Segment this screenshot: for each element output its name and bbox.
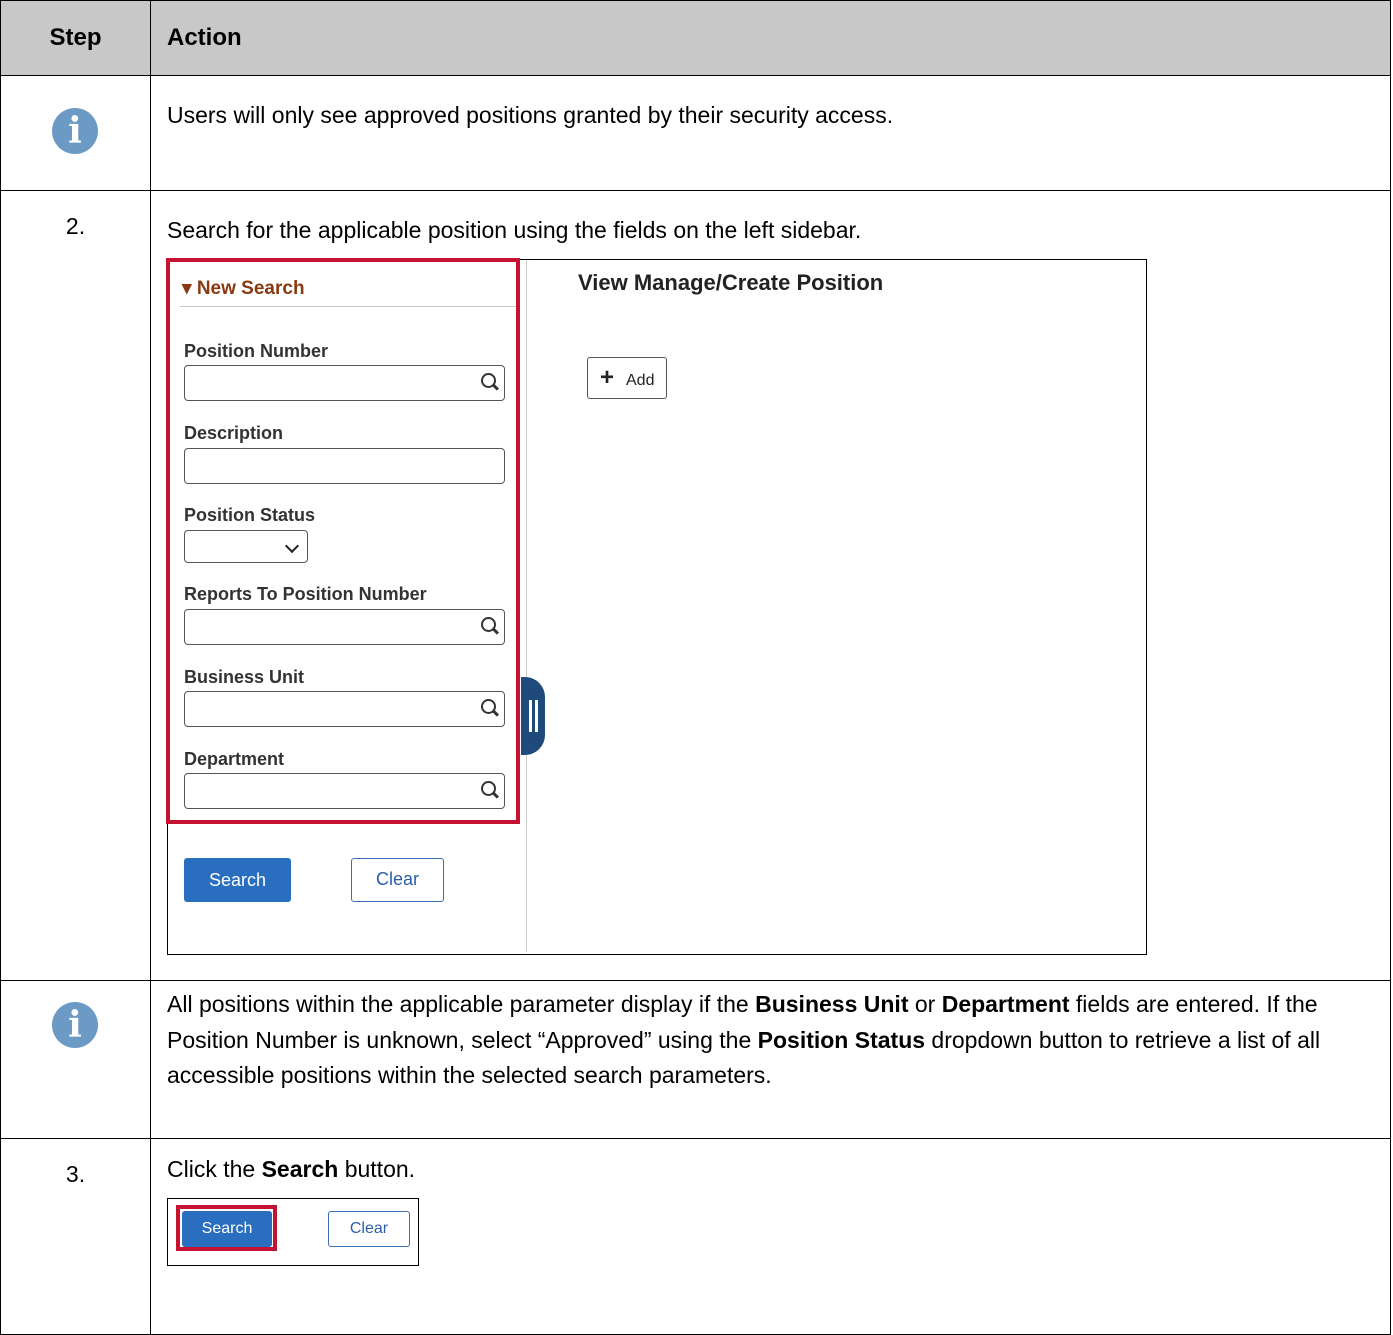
info-icon-cell: i bbox=[0, 980, 151, 1139]
add-button-label: Add bbox=[626, 371, 655, 389]
step-number: 2. bbox=[0, 190, 151, 981]
position-status-term: Position Status bbox=[757, 1026, 926, 1053]
step-row-3: 3. Click the Search button. Search Clear bbox=[0, 1138, 1391, 1335]
table-header-row: Step Action bbox=[0, 0, 1391, 76]
clear-button[interactable]: Clear bbox=[328, 1210, 410, 1247]
info-icon: i bbox=[52, 108, 98, 154]
highlight-box bbox=[176, 1204, 277, 1251]
search-button[interactable]: Search bbox=[184, 857, 291, 902]
add-button[interactable]: + Add bbox=[587, 356, 667, 399]
step-number: 3. bbox=[0, 1138, 151, 1335]
page-title: View Manage/Create Position bbox=[578, 269, 884, 295]
step-instruction: Click the Search button. bbox=[167, 1152, 1372, 1188]
info-icon-cell: i bbox=[0, 75, 151, 191]
info-icon: i bbox=[52, 1002, 98, 1048]
action-cell: Click the Search button. Search Clear bbox=[150, 1138, 1391, 1335]
search-buttons-screenshot: Search Clear bbox=[167, 1197, 419, 1266]
business-unit-term: Business Unit bbox=[755, 991, 909, 1017]
instruction-text: button. bbox=[338, 1156, 416, 1182]
step-action-table: Step Action i Users will only see approv… bbox=[0, 0, 1391, 1335]
document-page: Step Action i Users will only see approv… bbox=[0, 0, 1393, 1335]
sidebar-collapse-handle[interactable] bbox=[521, 676, 545, 755]
info-text: Users will only see approved positions g… bbox=[167, 102, 894, 128]
step-instruction: Search for the applicable position using… bbox=[167, 217, 862, 243]
search-sidebar: ▾ New Search Position Number Description… bbox=[166, 257, 527, 952]
action-column-header: Action bbox=[150, 0, 1391, 76]
clear-button[interactable]: Clear bbox=[351, 857, 444, 902]
highlight-box bbox=[166, 257, 520, 824]
info-text: All positions within the applicable para… bbox=[167, 987, 1372, 1094]
info-text-part: All positions within the applicable para… bbox=[167, 991, 756, 1017]
info-row-1: i Users will only see approved positions… bbox=[0, 75, 1391, 191]
instruction-text: Click the bbox=[167, 1156, 262, 1182]
info-text-part: or bbox=[908, 991, 942, 1017]
action-cell: All positions within the applicable para… bbox=[150, 980, 1391, 1139]
plus-icon: + bbox=[600, 363, 615, 391]
step-row-2: 2. Search for the applicable position us… bbox=[0, 190, 1391, 981]
step-column-header: Step bbox=[0, 0, 151, 76]
action-cell: Search for the applicable position using… bbox=[150, 190, 1391, 981]
action-cell: Users will only see approved positions g… bbox=[150, 75, 1391, 191]
search-page-screenshot: ▾ New Search Position Number Description… bbox=[166, 257, 1147, 955]
info-row-2: i All positions within the applicable pa… bbox=[0, 980, 1391, 1139]
department-term: Department bbox=[941, 991, 1070, 1017]
search-term: Search bbox=[261, 1156, 339, 1182]
